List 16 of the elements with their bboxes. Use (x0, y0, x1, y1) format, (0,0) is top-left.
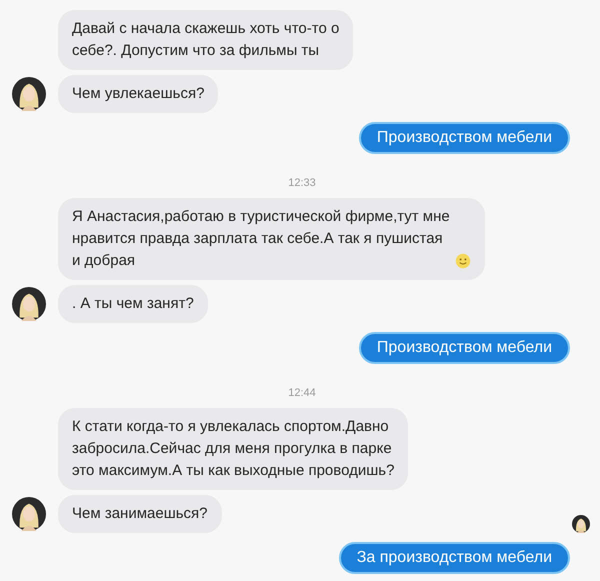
timestamp: 12:33 (287, 177, 317, 189)
message-text: Чем увлекаешься? (72, 84, 204, 104)
message-text: Давай с начала скажешь хоть что-то о себе?. Допустим что за фильмы ты (72, 19, 340, 61)
message-text: За производством мебели (356, 548, 552, 568)
avatar (572, 515, 590, 533)
avatar (12, 497, 46, 531)
avatar (12, 77, 46, 111)
message-text: Производством мебели (376, 338, 552, 358)
message-text: Я Анастасия,работаю в туристической фирме,тут мне нравится правда зарплата так себе.А так я пушистая и добрая (72, 207, 450, 271)
timestamp: 12:44 (287, 387, 317, 399)
avatar (12, 287, 46, 321)
message-text: К стати когда-то я увлекалась спортом.Давно забросила.Сейчас для меня прогулка в парке это максимум.А ты как выходные проводишь? (72, 417, 394, 481)
message-text: Чем занимаешься? (72, 504, 208, 524)
smiley-icon (454, 253, 471, 269)
message-text: . А ты чем занят? (72, 294, 194, 314)
message-text: Производством мебели (376, 128, 552, 148)
